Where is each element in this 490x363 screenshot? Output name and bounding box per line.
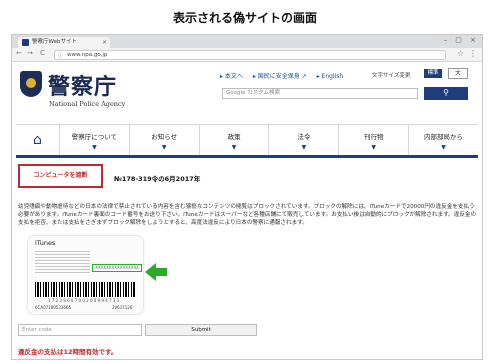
chevron-down-icon: ▼ [231, 144, 237, 151]
util-link-main[interactable]: ▸ 本文へ [220, 73, 243, 80]
main-nav: ⌂ 警察庁について ▼ お知らせ ▼ 政策 ▼ 法令 ▼ 刊行物 ▼ 内部部局か… [16, 124, 478, 158]
url-text: www.npa.go.jp [67, 52, 108, 58]
card-serial: 6CA07189533665 [35, 305, 72, 310]
reload-icon[interactable]: C [40, 49, 45, 57]
address-bar: ← → C ⓘ www.npa.go.jp ☆ ⋮ [12, 48, 482, 62]
logo-subtitle: National Police Agency [49, 100, 126, 108]
nav-item-label: 刊行物 [363, 133, 384, 141]
util-link-english[interactable]: ▸ English [317, 73, 344, 80]
nav-item-laws[interactable]: 法令 ▼ [269, 125, 340, 155]
nav-item-publications[interactable]: 刊行物 ▼ [339, 125, 410, 155]
browser-tab[interactable]: 警察庁Webサイト × [18, 37, 110, 48]
bookmark-star-icon[interactable]: ☆ [457, 49, 464, 58]
favicon-icon [22, 39, 29, 46]
font-size-label: 文字サイズ変更 [372, 73, 411, 79]
payment-deadline-text: 違反金の支払は12時間有効です。 [18, 348, 118, 356]
chevron-down-icon: ▼ [161, 144, 167, 151]
search-icon: ⚲ [443, 88, 449, 97]
submit-button[interactable]: Submit [145, 324, 257, 336]
itunes-card-image: iTunes XXXXXXXXXXXXXXXX 1 7 2 3 9 6 0 7 … [28, 236, 143, 314]
font-size-large-button[interactable]: 大 [448, 68, 468, 79]
search-button[interactable]: ⚲ [424, 87, 468, 100]
card-code-box: XXXXXXXXXXXXXXXX [92, 264, 142, 272]
browser-window: 警察庁Webサイト × – ▢ × ← → C ⓘ www.npa.go.jp … [11, 34, 483, 360]
figure-caption: 表示される偽サイトの画面 [172, 11, 317, 25]
chevron-down-icon: ▼ [371, 144, 377, 151]
tab-bar: 警察庁Webサイト × – ▢ × [12, 35, 482, 48]
tab-title: 警察庁Webサイト [32, 39, 77, 45]
notice-number: №178-319令の6月2017年 [114, 175, 201, 183]
forward-icon[interactable]: → [27, 49, 33, 57]
card-pin: 29637126 [112, 305, 133, 310]
utility-links: ▸ 本文へ ▸ 国民に安全保身 ↗ ▸ English [220, 71, 351, 80]
logo-title[interactable]: 警察庁 [48, 69, 117, 101]
nav-home-button[interactable]: ⌂ [16, 125, 60, 155]
info-icon: ⓘ [58, 53, 64, 59]
nav-item-about[interactable]: 警察庁について ▼ [60, 125, 130, 155]
nav-item-bureaus[interactable]: 内部部局から ▼ [409, 125, 478, 155]
close-tab-icon[interactable]: × [102, 37, 107, 48]
chevron-down-icon: ▼ [92, 144, 97, 151]
arrow-left-tail [155, 268, 167, 276]
nav-item-label: 内部部局から [424, 133, 464, 141]
nav-item-label: お知らせ [151, 133, 178, 141]
chevron-down-icon: ▼ [301, 144, 307, 151]
back-icon[interactable]: ← [16, 49, 22, 57]
browser-menu-icon[interactable]: ⋮ [469, 49, 477, 58]
nav-item-label: 警察庁について [71, 133, 118, 141]
site-header: 警察庁 National Police Agency ▸ 本文へ ▸ 国民に安全… [12, 62, 482, 118]
window-controls[interactable]: – ▢ × [444, 36, 479, 44]
url-field[interactable]: ⓘ www.npa.go.jp [54, 50, 446, 60]
font-size-standard-button[interactable]: 標準 [424, 69, 442, 78]
util-link-safety[interactable]: ▸ 国民に安全保身 ↗ [253, 73, 307, 80]
barcode-icon [35, 282, 135, 297]
itunes-brand: iTunes [35, 239, 56, 247]
card-barcode-number: 1 7 2 3 9 6 0 7 0 0 2 0 0 9 9 4 7 3 1 [48, 298, 120, 303]
police-emblem-icon [20, 71, 42, 97]
chevron-down-icon: ▼ [441, 144, 446, 151]
nav-item-label: 法令 [297, 133, 311, 141]
home-icon: ⌂ [33, 132, 42, 148]
ransom-message: 幼児嗜癖や動物虐待などの日本の法律で禁止されている内容を含む猥褻なコンテンツの閲… [18, 204, 477, 226]
nav-item-label: 政策 [227, 133, 241, 141]
code-input[interactable]: Enter code [18, 324, 142, 336]
nav-item-policy[interactable]: 政策 ▼ [200, 125, 270, 155]
card-fine-print [35, 249, 90, 275]
nav-item-news[interactable]: お知らせ ▼ [130, 125, 200, 155]
computer-blocked-button[interactable]: コンピュータを遮断 [18, 164, 103, 188]
search-input[interactable]: Google カスタム検索 [222, 88, 418, 99]
